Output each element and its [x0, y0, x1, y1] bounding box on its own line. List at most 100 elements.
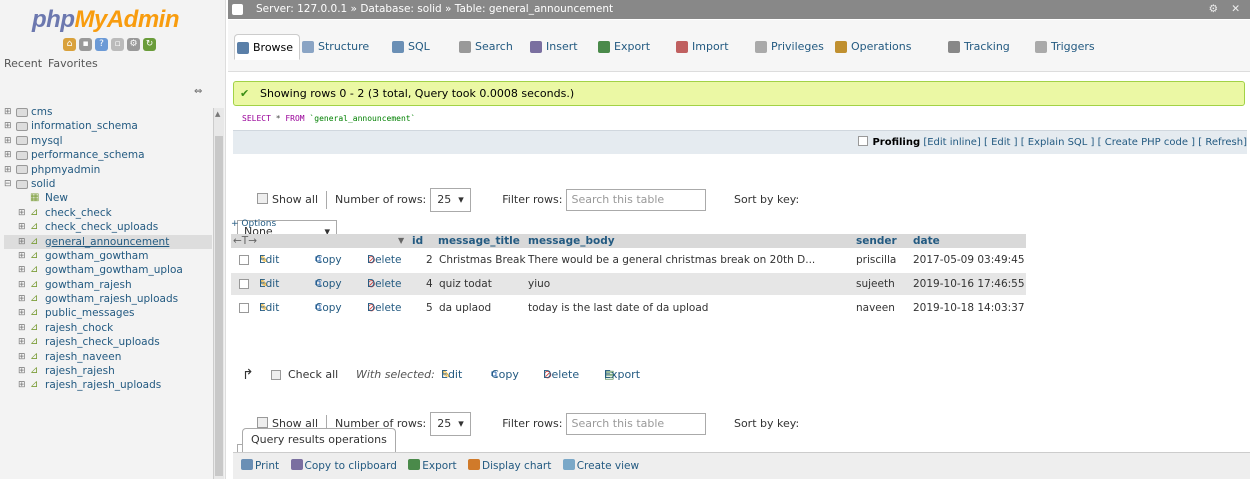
- column-arrows[interactable]: ←T→: [233, 234, 257, 248]
- filter-rows-input-bottom[interactable]: Search this table: [566, 413, 707, 435]
- tab-operations[interactable]: Operations: [833, 34, 911, 60]
- column-header-id[interactable]: id: [412, 234, 423, 248]
- tree-table-item[interactable]: ⊞ ⊿ gowtham_rajesh: [4, 278, 212, 292]
- show-all-checkbox-bottom[interactable]: [257, 417, 268, 428]
- expand-icon[interactable]: ⊞: [4, 163, 16, 177]
- cell-id[interactable]: 5: [426, 297, 433, 319]
- tab-privileges[interactable]: Privileges: [753, 34, 824, 60]
- expand-icon[interactable]: ⊞: [18, 292, 30, 306]
- expand-icon[interactable]: ⊞: [18, 206, 30, 220]
- filter-rows-input[interactable]: Search this table: [566, 189, 707, 211]
- tab-structure[interactable]: Structure: [300, 34, 369, 60]
- tree-database-item[interactable]: ⊞ mysql: [4, 134, 212, 148]
- cell-sender[interactable]: sujeeth: [856, 273, 895, 295]
- cell-sender[interactable]: priscilla: [856, 249, 896, 271]
- create-view-button[interactable]: Create view: [562, 459, 643, 472]
- link-with-main-icon[interactable]: ⇔: [194, 86, 202, 97]
- expand-icon[interactable]: ⊞: [18, 350, 30, 364]
- scrollbar-thumb[interactable]: [215, 136, 223, 476]
- check-all-checkbox[interactable]: [271, 370, 281, 380]
- column-header-message-body[interactable]: message_body: [528, 234, 615, 248]
- cell-message-body[interactable]: There would be a general christmas break…: [528, 249, 815, 271]
- cell-message-body[interactable]: yiuo: [528, 273, 550, 295]
- home-icon[interactable]: ⌂: [63, 38, 76, 51]
- number-of-rows-select[interactable]: 25 ▾: [430, 188, 471, 212]
- tree-table-item[interactable]: ⊞ ⊿ rajesh_naveen: [4, 350, 212, 364]
- logout-icon[interactable]: ▪: [79, 38, 92, 51]
- tree-table-item[interactable]: ⊞ ⊿ general_announcement: [4, 234, 212, 249]
- cell-message-body[interactable]: today is the last date of da upload: [528, 297, 708, 319]
- tree-table-item[interactable]: ⊞ ⊿ rajesh_chock: [4, 321, 212, 335]
- cell-message-title[interactable]: da uplaod: [439, 297, 491, 319]
- reload-icon[interactable]: ↻: [143, 38, 156, 51]
- cell-date[interactable]: 2019-10-18 14:03:37: [913, 297, 1025, 319]
- profiling-actions[interactable]: [Edit inline] [ Edit ] [ Explain SQL ] […: [923, 137, 1247, 148]
- expand-icon[interactable]: ⊞: [18, 220, 30, 234]
- favorites-tab[interactable]: Favorites: [48, 57, 98, 70]
- docs-icon[interactable]: ▫: [111, 38, 124, 51]
- settings-icon[interactable]: ⚙: [127, 38, 140, 51]
- tree-table-item[interactable]: ⊞ ⊿ gowtham_gowtham_uploa: [4, 263, 212, 277]
- tab-tracking[interactable]: Tracking: [946, 34, 1010, 60]
- phpmyadmin-logo[interactable]: phpMyAdmin: [32, 6, 179, 34]
- expand-icon[interactable]: ⊞: [18, 321, 30, 335]
- cell-date[interactable]: 2019-10-16 17:46:55: [913, 273, 1025, 295]
- show-all-checkbox[interactable]: [257, 193, 268, 204]
- cell-id[interactable]: 2: [426, 249, 433, 271]
- tab-triggers[interactable]: Triggers: [1033, 34, 1095, 60]
- tree-database-item[interactable]: ⊞ performance_schema: [4, 148, 212, 162]
- tab-browse[interactable]: Browse: [234, 34, 301, 60]
- number-of-rows-select-bottom[interactable]: 25 ▾: [430, 412, 471, 436]
- tab-search[interactable]: Search: [457, 34, 513, 60]
- tree-table-item[interactable]: ⊞ ⊿ gowtham_rajesh_uploads: [4, 292, 212, 306]
- tree-table-item[interactable]: ⊞ ⊿ check_check: [4, 206, 212, 220]
- profiling-checkbox[interactable]: [858, 136, 869, 146]
- cell-id[interactable]: 4: [426, 273, 433, 295]
- cell-message-title[interactable]: Christmas Break: [439, 249, 526, 271]
- nav-scrollbar[interactable]: ▲: [213, 108, 224, 479]
- recent-tab[interactable]: Recent: [4, 57, 42, 70]
- row-checkbox[interactable]: [239, 303, 249, 313]
- expand-icon[interactable]: ⊞: [18, 335, 30, 349]
- close-icon[interactable]: ✕: [1231, 0, 1240, 19]
- cell-date[interactable]: 2017-05-09 03:49:45: [913, 249, 1025, 271]
- tab-sql[interactable]: SQL: [390, 34, 430, 60]
- cell-sender[interactable]: naveen: [856, 297, 895, 319]
- column-header-sender[interactable]: sender: [856, 234, 897, 248]
- expand-icon[interactable]: ⊞: [4, 134, 16, 148]
- tab-insert[interactable]: Insert: [528, 34, 578, 60]
- tree-table-item[interactable]: ⊞ ⊿ rajesh_check_uploads: [4, 335, 212, 349]
- expand-icon[interactable]: ⊞: [18, 364, 30, 378]
- tree-database-item[interactable]: ⊞ cms: [4, 105, 212, 119]
- options-toggle[interactable]: + Options: [231, 219, 276, 229]
- tree-table-item[interactable]: ⊞ ⊿ rajesh_rajesh: [4, 364, 212, 378]
- help-icon[interactable]: ?: [95, 38, 108, 51]
- breadcrumb[interactable]: Server: 127.0.0.1 » Database: solid » Ta…: [256, 3, 613, 15]
- sql-query[interactable]: SELECT * FROM `general_announcement`: [242, 114, 415, 123]
- tree-database-item[interactable]: ⊞ information_schema: [4, 119, 212, 133]
- expand-icon[interactable]: ⊞: [18, 378, 30, 392]
- expand-icon[interactable]: ⊞: [18, 263, 30, 277]
- column-header-message-title[interactable]: message_title: [438, 234, 520, 248]
- expand-icon[interactable]: ⊞: [4, 105, 16, 119]
- scroll-up-icon[interactable]: ▲: [215, 110, 220, 118]
- export-results-button[interactable]: Export: [408, 459, 460, 472]
- expand-icon[interactable]: ⊟: [4, 177, 16, 191]
- display-chart-button[interactable]: Display chart: [468, 459, 555, 472]
- cell-message-title[interactable]: quiz todat: [439, 273, 492, 295]
- tree-database-item[interactable]: ⊟ solid: [4, 177, 212, 191]
- column-header-date[interactable]: date: [913, 234, 940, 248]
- tree-table-item[interactable]: ⊞ ⊿ public_messages: [4, 306, 212, 320]
- expand-icon[interactable]: ⊞: [18, 306, 30, 320]
- tab-export[interactable]: Export: [596, 34, 650, 60]
- tree-table-item[interactable]: ⊞ ⊿ rajesh_rajesh_uploads: [4, 378, 212, 392]
- print-button[interactable]: Print: [241, 459, 283, 472]
- copy-clipboard-button[interactable]: Copy to clipboard: [290, 459, 401, 472]
- expand-icon[interactable]: ⊞: [18, 249, 30, 263]
- expand-icon[interactable]: ⊞: [18, 278, 30, 292]
- tree-table-item[interactable]: ⊞ ⊿ gowtham_gowtham: [4, 249, 212, 263]
- row-checkbox[interactable]: [239, 255, 249, 265]
- tab-import[interactable]: Import: [674, 34, 729, 60]
- expand-icon[interactable]: ⊞: [4, 148, 16, 162]
- check-all-label[interactable]: Check all: [288, 364, 338, 386]
